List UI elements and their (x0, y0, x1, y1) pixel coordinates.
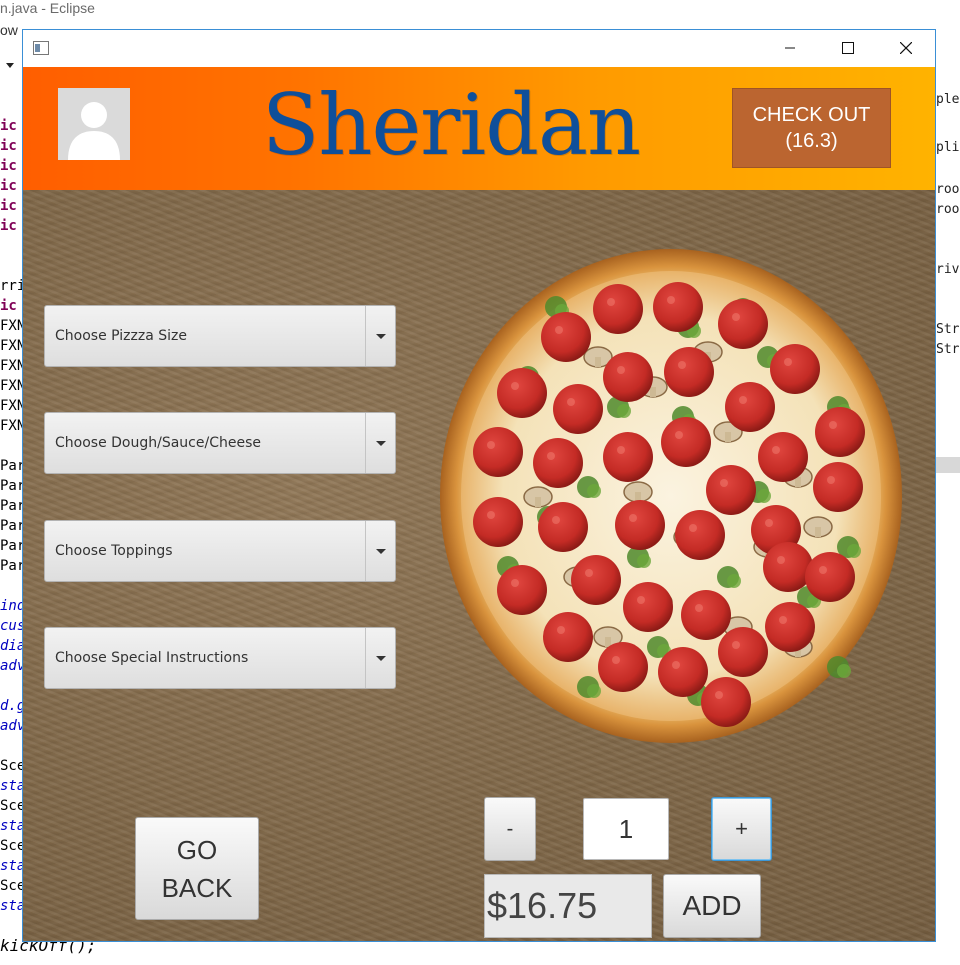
minimize-icon[interactable] (761, 30, 819, 66)
eclipse-outline-fragment: Stri (936, 342, 960, 357)
pizza-size-dropdown[interactable]: Choose Pizzza Size (44, 305, 396, 367)
app-window-icon (33, 41, 49, 55)
dough-sauce-cheese-prompt: Choose Dough/Sauce/Cheese (55, 435, 261, 451)
dough-sauce-cheese-dropdown[interactable]: Choose Dough/Sauce/Cheese (44, 412, 396, 474)
toppings-dropdown[interactable]: Choose Toppings (44, 520, 396, 582)
eclipse-outline-fragment: plem (936, 92, 960, 107)
special-instructions-prompt: Choose Special Instructions (55, 650, 249, 666)
go-back-label-line1: GO (176, 834, 218, 865)
eclipse-code-fragment: ic (0, 138, 17, 154)
chevron-down-icon (375, 655, 386, 661)
window-titlebar[interactable] (23, 30, 935, 67)
go-back-button[interactable]: GO BACK (135, 817, 259, 920)
eclipse-code-fragment: ic (0, 198, 17, 214)
eclipse-outline-fragment: Stri (936, 322, 960, 337)
price-display: $16.75 (484, 874, 652, 938)
pepperoni-pizza-image (440, 249, 902, 743)
eclipse-code-fragment: ic (0, 178, 17, 194)
decrease-quantity-button[interactable]: - (484, 797, 536, 861)
chevron-down-icon (375, 440, 386, 446)
order-panel: Choose Pizzza Size Choose Dough/Sauce/Ch… (23, 190, 935, 941)
user-avatar-icon[interactable] (58, 88, 130, 160)
checkout-total: (16.3) (785, 130, 838, 152)
eclipse-code-fragment: ic (0, 218, 17, 234)
eclipse-code-fragment: ic (0, 298, 17, 314)
special-instructions-dropdown[interactable]: Choose Special Instructions (44, 627, 396, 689)
quantity-field[interactable] (583, 798, 669, 860)
chevron-down-icon (375, 548, 386, 554)
pizza-app-window: Sheridan CHECK OUT (16.3) Choose Pizzza … (22, 29, 936, 942)
go-back-label-line2: BACK (161, 872, 233, 903)
increase-quantity-button[interactable]: + (711, 797, 772, 861)
add-to-order-button[interactable]: ADD (663, 874, 761, 938)
eclipse-code-fragment: ic (0, 158, 17, 174)
pizza-size-prompt: Choose Pizzza Size (55, 328, 187, 344)
app-header: Sheridan CHECK OUT (16.3) (23, 67, 935, 190)
chevron-down-icon (375, 333, 386, 339)
eclipse-outline-fragment: plic (936, 140, 960, 155)
dropdown-arrow-area[interactable] (365, 306, 395, 366)
eclipse-outline-fragment: roon (936, 182, 960, 197)
eclipse-code-editor[interactable]: ic ic ic ic ic ic rri ic FXN FXN FXN FXN FXN FXN Par Pa… (0, 0, 25, 965)
toppings-prompt: Choose Toppings (55, 543, 173, 559)
eclipse-code-fragment: ic (0, 118, 17, 134)
eclipse-scrollbar[interactable] (936, 457, 960, 473)
sheridan-logo: Sheridan (261, 76, 641, 174)
dropdown-arrow-area[interactable] (365, 628, 395, 688)
checkout-label: CHECK OUT (752, 104, 871, 126)
eclipse-outline-fragment: roon (936, 202, 960, 217)
eclipse-outline-fragment: rive (936, 262, 960, 277)
dropdown-arrow-area[interactable] (365, 413, 395, 473)
checkout-button[interactable]: CHECK OUT (16.3) (732, 88, 891, 168)
maximize-icon[interactable] (819, 30, 877, 66)
dropdown-arrow-area[interactable] (365, 521, 395, 581)
close-icon[interactable] (877, 30, 935, 66)
